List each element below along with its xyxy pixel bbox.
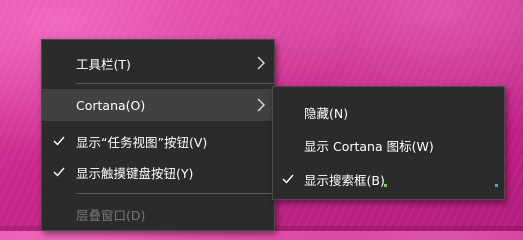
cortana-submenu: 隐藏(N) 显示 Cortana 图标(W) 显示搜索框(B) <box>272 86 505 200</box>
menu-item-show-task-view-button[interactable]: 显示“任务视图”按钮(V) <box>42 125 274 157</box>
checkmark-icon <box>53 136 65 146</box>
chevron-right-icon <box>257 56 265 70</box>
submenu-item-hidden[interactable]: 隐藏(N) <box>273 96 504 128</box>
menu-item-show-touch-keyboard-button[interactable]: 显示触摸键盘按钮(Y) <box>42 156 274 188</box>
menu-item-toolbars-label: 工具栏(T) <box>76 56 131 72</box>
cursor-artifact <box>495 184 498 187</box>
menu-item-cascade-windows[interactable]: 层叠窗口(D) <box>42 198 274 230</box>
chevron-right-icon <box>257 98 265 112</box>
menu-item-show-touch-keyboard-button-label: 显示触摸键盘按钮(Y) <box>76 165 194 181</box>
menu-item-cortana[interactable]: Cortana(O) <box>42 89 274 121</box>
submenu-item-hidden-label: 隐藏(N) <box>304 105 349 121</box>
cursor-artifact <box>384 184 387 187</box>
menu-item-show-task-view-button-label: 显示“任务视图”按钮(V) <box>76 134 208 150</box>
menu-item-cortana-label: Cortana(O) <box>76 97 146 113</box>
submenu-item-show-search-box[interactable]: 显示搜索框(B) <box>273 163 504 195</box>
taskbar-context-menu: 工具栏(T) Cortana(O) 显示“任务视图”按钮(V) 显示触摸键盘按钮… <box>41 39 275 231</box>
checkmark-icon <box>282 174 294 184</box>
menu-item-toolbars[interactable]: 工具栏(T) <box>42 47 274 79</box>
submenu-item-show-search-box-label: 显示搜索框(B) <box>304 172 385 188</box>
menu-separator <box>76 83 274 84</box>
submenu-item-show-cortana-icon[interactable]: 显示 Cortana 图标(W) <box>273 129 504 161</box>
menu-item-cascade-windows-label: 层叠窗口(D) <box>76 207 146 223</box>
menu-separator <box>76 193 274 194</box>
checkmark-icon <box>53 167 65 177</box>
submenu-item-show-cortana-icon-label: 显示 Cortana 图标(W) <box>304 138 434 154</box>
